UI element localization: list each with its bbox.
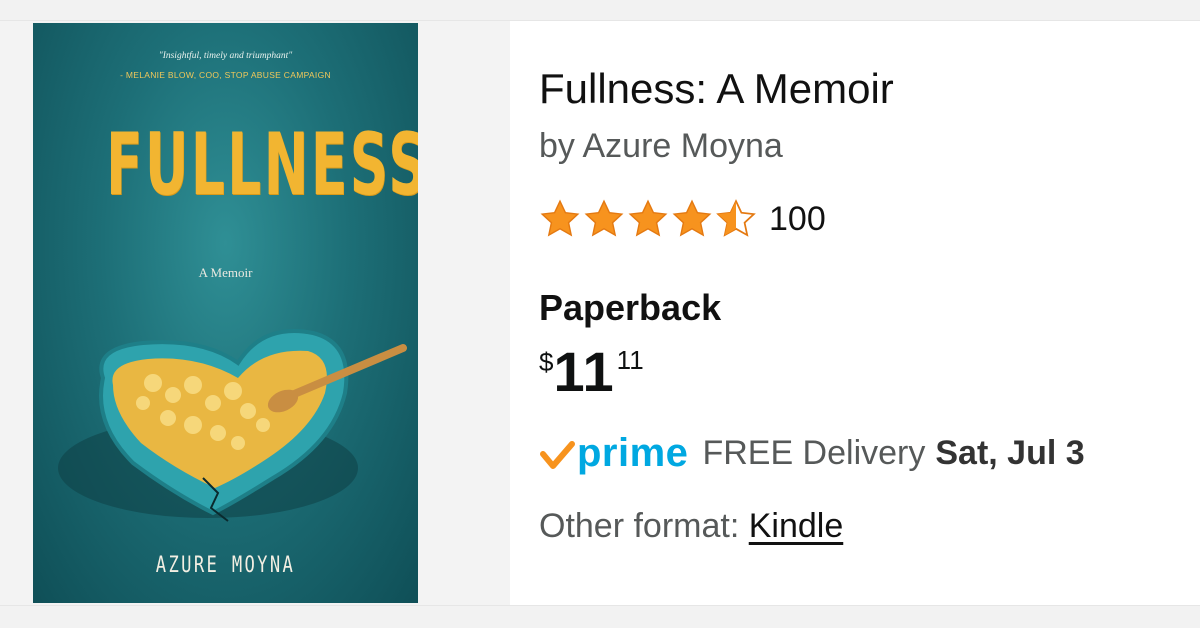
star-icon bbox=[540, 199, 580, 237]
other-format: Other format: Kindle bbox=[539, 507, 843, 546]
delivery-info: prime FREE Delivery Sat, Jul 3 bbox=[539, 431, 1085, 476]
cover-subtitle: A Memoir bbox=[198, 265, 253, 280]
rating-count[interactable]: 100 bbox=[769, 200, 826, 239]
cover-author: AZURE MOYNA bbox=[155, 553, 296, 578]
cover-title: FULLNESS bbox=[106, 115, 418, 215]
author-byline[interactable]: by Azure Moyna bbox=[539, 127, 783, 166]
delivery-label: FREE Delivery bbox=[702, 434, 926, 472]
cover-quote: "Insightful, timely and triumphant" bbox=[158, 51, 293, 61]
cover-attribution: - MELANIE BLOW, COO, STOP ABUSE CAMPAIGN bbox=[120, 70, 331, 80]
cover-panel: "Insightful, timely and triumphant" - ME… bbox=[0, 21, 510, 605]
star-icon bbox=[584, 199, 624, 237]
mac-and-cheese-bowl-illustration bbox=[58, 329, 407, 522]
half-star-icon bbox=[716, 199, 756, 237]
price: $1111 bbox=[539, 339, 644, 404]
star-icon bbox=[672, 199, 712, 237]
book-cover-image[interactable]: "Insightful, timely and triumphant" - ME… bbox=[33, 23, 418, 603]
star-icon bbox=[628, 199, 668, 237]
price-whole: 11 bbox=[553, 340, 615, 403]
price-fraction: 11 bbox=[616, 345, 644, 375]
prime-badge: prime bbox=[577, 431, 689, 475]
star-rating[interactable]: 100 bbox=[539, 197, 826, 241]
other-format-label: Other format: bbox=[539, 507, 740, 545]
prime-check-icon bbox=[540, 440, 575, 469]
product-card: "Insightful, timely and triumphant" - ME… bbox=[0, 20, 1200, 606]
product-title-link[interactable]: Fullness: A Memoir bbox=[539, 65, 894, 113]
kindle-format-link[interactable]: Kindle bbox=[749, 507, 844, 545]
format-label[interactable]: Paperback bbox=[539, 287, 721, 329]
price-symbol: $ bbox=[539, 347, 554, 377]
delivery-date: Sat, Jul 3 bbox=[935, 434, 1085, 472]
